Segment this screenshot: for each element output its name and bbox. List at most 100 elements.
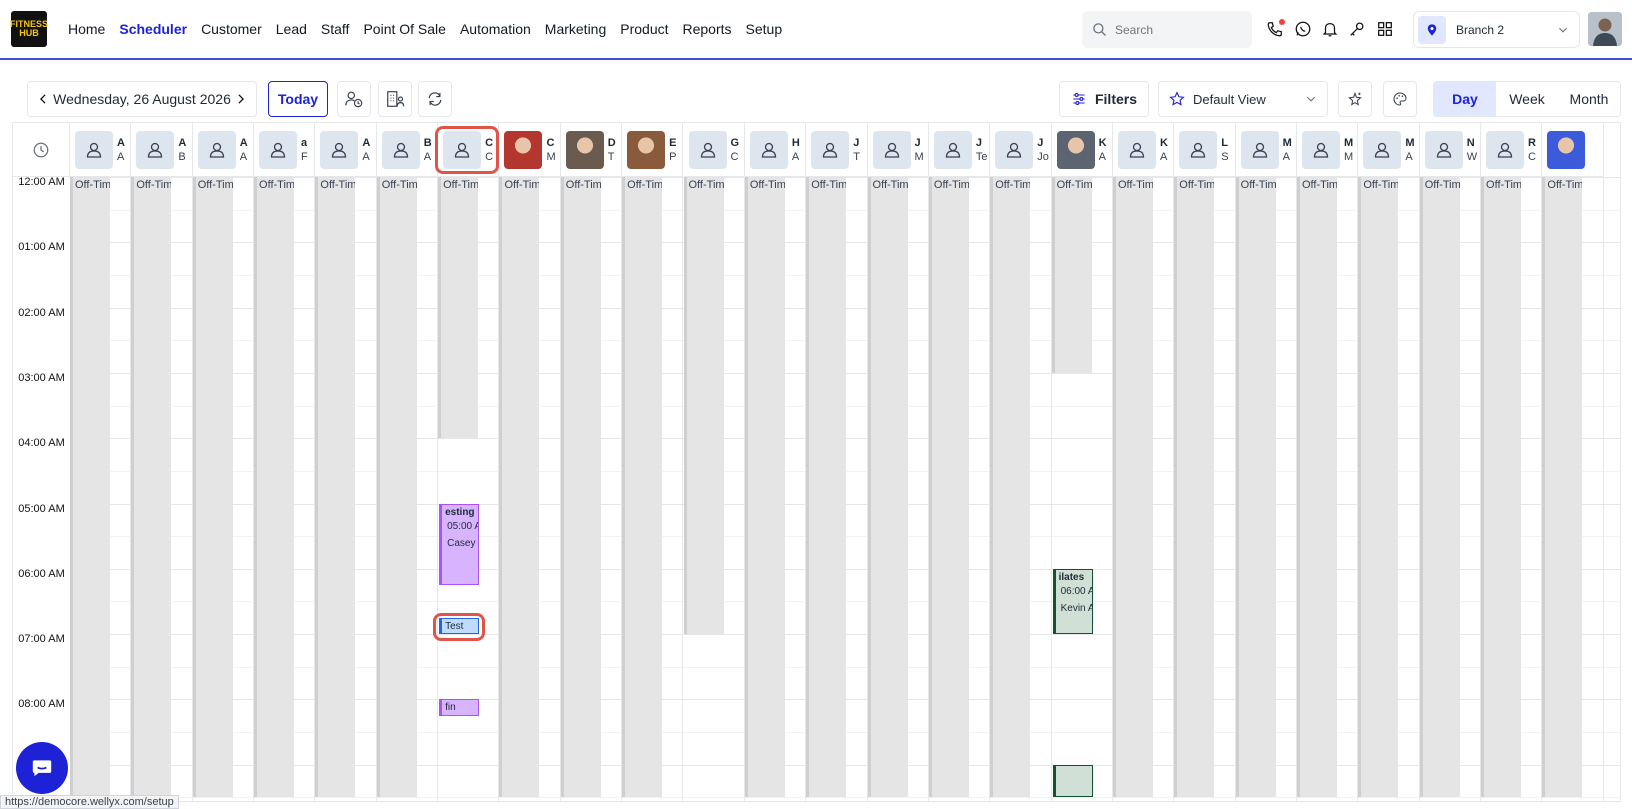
search-input[interactable]: [1115, 22, 1235, 37]
nav-home[interactable]: Home: [68, 21, 105, 37]
brand-logo[interactable]: FITNESS HUB: [10, 11, 49, 47]
current-date[interactable]: Wednesday, 26 August 2026: [53, 91, 231, 107]
staff-header[interactable]: CM: [499, 123, 560, 177]
staff-column: M M Off-Tim: [1297, 123, 1359, 801]
nav-lead[interactable]: Lead: [276, 21, 307, 37]
staff-header[interactable]: JM: [867, 123, 928, 177]
staff-name-line1: a: [301, 136, 308, 149]
staff-name-line1: J: [853, 136, 860, 149]
staff-header[interactable]: J Te: [928, 123, 990, 177]
nav-reports[interactable]: Reports: [683, 21, 732, 37]
staff-header[interactable]: EP: [622, 123, 683, 177]
apps-grid-icon[interactable]: [1375, 19, 1395, 39]
staff-name-line1: M: [1344, 136, 1354, 149]
appointment-event[interactable]: Test: [439, 617, 480, 635]
staff-name-line1: J: [1037, 136, 1044, 149]
staff-name: MM: [1344, 136, 1357, 164]
appointment-event[interactable]: fin: [439, 699, 480, 716]
nav-scheduler[interactable]: Scheduler: [119, 21, 187, 37]
staff-header[interactable]: RC: [1481, 123, 1542, 177]
nav-marketing[interactable]: Marketing: [545, 21, 606, 37]
view-mode-day[interactable]: Day: [1434, 82, 1496, 116]
staff-header[interactable]: KA: [1112, 123, 1174, 177]
time-label: 04:00 AM: [18, 437, 65, 450]
user-placeholder-icon: [197, 130, 236, 169]
staff-name: JM: [915, 136, 928, 164]
palette-button[interactable]: [1383, 81, 1417, 117]
staff-header[interactable]: AA: [70, 123, 131, 177]
nav-automation[interactable]: Automation: [460, 21, 531, 37]
time-column-header: [13, 123, 70, 177]
staff-header[interactable]: KA: [1051, 123, 1112, 177]
staff-header[interactable]: AA: [315, 123, 376, 177]
event-title: fin: [445, 702, 456, 714]
staff-name-line2: S: [1221, 150, 1229, 163]
staff-header[interactable]: [1542, 123, 1603, 177]
staff-header[interactable]: GC: [683, 123, 744, 177]
chat-bubble-icon: [32, 760, 52, 777]
branch-select[interactable]: Branch 2: [1413, 11, 1580, 48]
staff-header[interactable]: MM: [1297, 123, 1358, 177]
staff-header[interactable]: JT: [806, 123, 867, 177]
staff-header[interactable]: CC: [438, 123, 499, 177]
appointment-event[interactable]: [1052, 764, 1093, 798]
whatsapp-icon[interactable]: [1293, 19, 1313, 39]
off-time-block: Off-Tim: [1297, 177, 1337, 798]
off-time-block: Off-Tim: [1542, 177, 1583, 798]
staff-header[interactable]: BA: [376, 123, 438, 177]
staff-header[interactable]: aF: [254, 123, 315, 177]
staff-header[interactable]: J Jo: [990, 123, 1051, 177]
view-mode-week[interactable]: Week: [1496, 82, 1558, 116]
search-icon: [1093, 23, 1106, 36]
event-title: ilates: [1058, 571, 1085, 583]
chevron-down-icon: [1307, 96, 1315, 102]
staff-schedule-button[interactable]: [337, 81, 371, 117]
chevron-right-icon[interactable]: [234, 92, 248, 106]
nav-customer[interactable]: Customer: [201, 21, 262, 37]
staff-name: JT: [853, 136, 866, 164]
staff-header[interactable]: HA: [744, 123, 806, 177]
appointment-event[interactable]: esting 05:00 AM Casey T: [439, 503, 480, 586]
chevron-left-icon[interactable]: [36, 92, 50, 106]
sparkle-button[interactable]: [1338, 81, 1372, 117]
nav-product[interactable]: Product: [620, 21, 668, 37]
facility-button[interactable]: [378, 81, 412, 117]
staff-name: LS: [1221, 136, 1234, 164]
filters-button[interactable]: Filters: [1059, 81, 1149, 117]
staff-header[interactable]: AA: [192, 123, 254, 177]
today-button[interactable]: Today: [268, 81, 328, 117]
sparkle-star-icon: [1348, 91, 1362, 106]
user-avatar[interactable]: [1588, 12, 1622, 46]
nav-point-of-sale[interactable]: Point Of Sale: [363, 21, 446, 37]
notification-dot: [1279, 19, 1285, 25]
search-box[interactable]: [1082, 11, 1252, 48]
logo-text: FITNESS HUB: [10, 19, 49, 38]
staff-photo: [627, 130, 666, 169]
user-placeholder-icon: [749, 130, 788, 169]
staff-header[interactable]: AB: [131, 123, 192, 177]
refresh-button[interactable]: [418, 81, 452, 117]
nav-setup[interactable]: Setup: [746, 21, 783, 37]
staff-column: Off-Tim: [1542, 123, 1604, 801]
staff-name-line1: D: [607, 136, 616, 149]
off-time-block: Off-Tim: [131, 177, 172, 798]
view-select[interactable]: Default View: [1158, 81, 1328, 117]
staff-header[interactable]: LS: [1174, 123, 1235, 177]
user-placeholder-icon: [872, 130, 911, 169]
staff-header[interactable]: MA: [1235, 123, 1296, 177]
staff-header[interactable]: NW: [1419, 123, 1481, 177]
staff-photo: [504, 130, 543, 169]
key-icon[interactable]: [1347, 19, 1367, 39]
phone-icon[interactable]: [1265, 19, 1285, 39]
appointment-event[interactable]: ilates 06:00 AM Kevin A: [1052, 568, 1093, 635]
staff-column: C M Off-Tim: [499, 123, 561, 801]
chat-support-button[interactable]: [16, 742, 68, 794]
bell-icon[interactable]: [1320, 19, 1340, 39]
nav-staff[interactable]: Staff: [321, 21, 350, 37]
view-mode-month[interactable]: Month: [1558, 82, 1620, 116]
staff-header[interactable]: MA: [1358, 123, 1419, 177]
staff-header[interactable]: DT: [560, 123, 622, 177]
staff-column: H A Off-Tim: [744, 123, 807, 801]
staff-name-line2: B: [178, 150, 186, 163]
staff-name-line2: A: [1159, 150, 1168, 163]
